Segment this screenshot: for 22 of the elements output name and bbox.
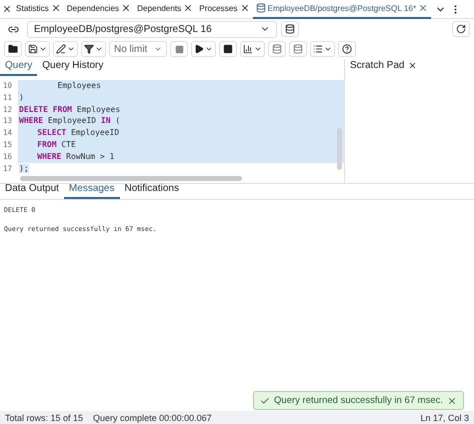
tab-label: Processes xyxy=(199,4,238,12)
tab[interactable]: Processes xyxy=(196,0,253,18)
tab[interactable]: Dependents xyxy=(134,0,196,18)
total-rows-text: Total rows: 15 of 15 xyxy=(5,412,84,422)
tab[interactable]: EmployeeDB/postgres@PostgreSQL 16* xyxy=(252,0,432,18)
scratch-pad-tab[interactable]: Scratch Pad xyxy=(345,60,422,76)
tab-label: Dependents xyxy=(137,4,182,12)
editor-tab[interactable]: Query History xyxy=(37,60,108,76)
tab[interactable]: Dependencies xyxy=(64,0,134,18)
output-tab[interactable]: Messages xyxy=(64,183,120,199)
toast-text: Query returned successfully in 67 msec. xyxy=(274,395,443,406)
output-tab[interactable]: Data Output xyxy=(0,183,64,199)
tab-label: Statistics xyxy=(16,4,49,12)
query-status-text: Query complete 00:00:00.067 xyxy=(93,412,212,422)
tab[interactable]: Statistics xyxy=(13,0,64,18)
tab-label: Dependencies xyxy=(66,4,120,12)
output-tab[interactable]: Notifications xyxy=(120,183,184,199)
tab-label: EmployeeDB/postgres@PostgreSQL 16* xyxy=(268,4,416,12)
tab-label: Scratch Pad xyxy=(350,60,404,71)
limit-select[interactable]: No limit xyxy=(109,41,167,57)
cursor-position-text: Ln 17, Col 3 xyxy=(420,412,469,422)
connection-select[interactable]: EmployeeDB/postgres@PostgreSQL 16 xyxy=(27,20,277,38)
